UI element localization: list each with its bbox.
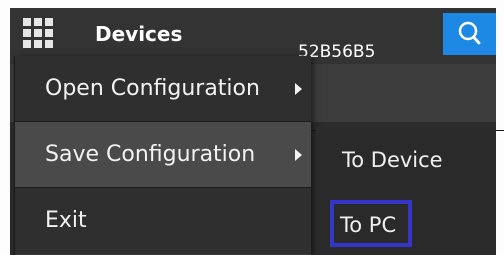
menu-item-open-configuration[interactable]: Open Configuration <box>15 56 311 122</box>
submenu-item-to-device[interactable]: To Device <box>316 128 496 192</box>
menu-item-save-configuration[interactable]: Save Configuration <box>15 122 311 188</box>
menu-item-label: Open Configuration <box>45 76 260 101</box>
menu-item-label: Save Configuration <box>45 142 256 167</box>
submenu-item-label: To PC <box>340 213 397 237</box>
chevron-right-icon <box>295 83 302 95</box>
main-menu: Open Configuration Save Configuration Ex… <box>14 56 311 255</box>
search-button[interactable] <box>443 13 496 55</box>
save-configuration-submenu: To Device To PC <box>316 128 496 255</box>
page-title: Devices <box>95 22 183 46</box>
grid-icon[interactable] <box>23 18 53 48</box>
submenu-item-label: To Device <box>342 148 443 172</box>
search-icon <box>458 21 481 45</box>
chevron-right-icon <box>295 149 302 161</box>
menu-item-exit[interactable]: Exit <box>15 188 311 254</box>
submenu-item-to-pc[interactable]: To PC <box>316 198 496 255</box>
menu-item-label: Exit <box>45 208 87 233</box>
app-window: Devices 52B56B5 Open Configuration Save … <box>0 0 504 255</box>
